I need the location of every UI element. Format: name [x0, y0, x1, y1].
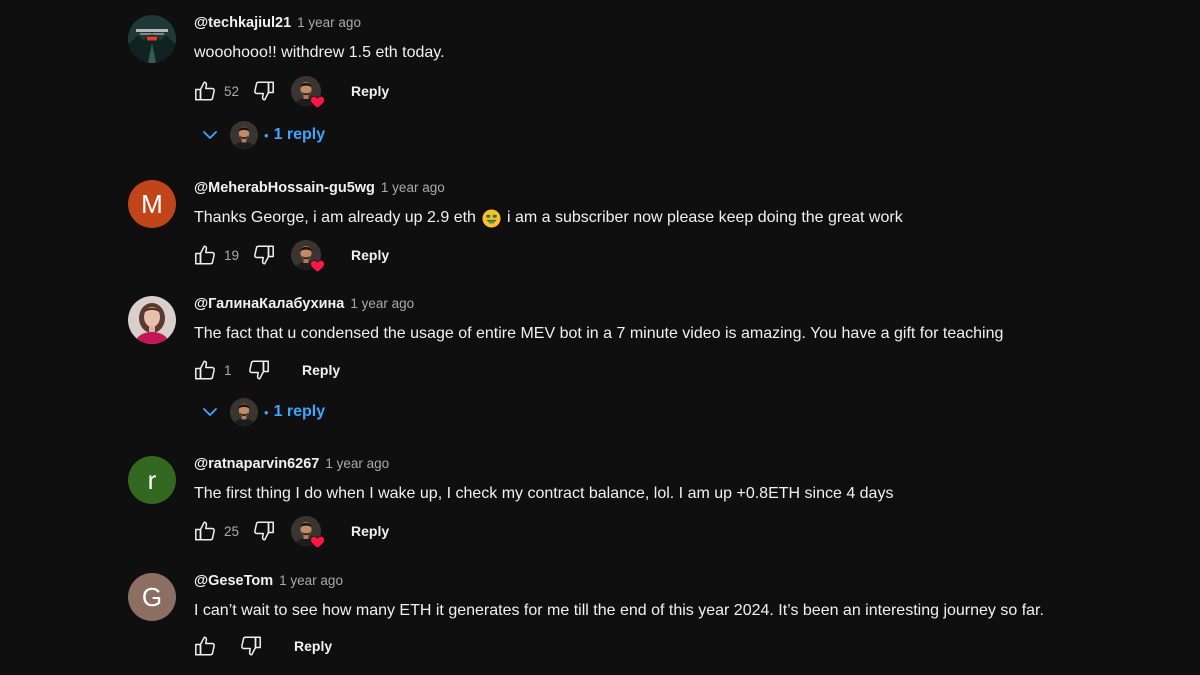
like-button[interactable] — [192, 242, 218, 268]
like-button[interactable] — [192, 78, 218, 104]
avatar-image — [128, 296, 176, 344]
comment-text: I can’t wait to see how many ETH it gene… — [194, 602, 1044, 619]
thumbs-up-icon — [193, 79, 217, 103]
comment-thread: M @MeherabHossain-gu5wg 1 year ago Thank… — [128, 180, 1128, 280]
creator-heart[interactable] — [291, 516, 321, 546]
reply-button[interactable]: Reply — [294, 638, 332, 654]
comment-text-part: i am a subscriber now please keep doing … — [506, 209, 903, 226]
avatar[interactable]: r — [128, 456, 176, 504]
comment-text: The first thing I do when I wake up, I c… — [194, 485, 894, 502]
dislike-button[interactable] — [246, 357, 272, 383]
thumbs-up-icon — [193, 243, 217, 267]
chevron-down-icon — [200, 125, 220, 145]
thumbs-up-icon — [193, 358, 217, 382]
comment-actions: Reply — [192, 630, 332, 662]
avatar-letter: r — [147, 464, 157, 495]
comment-body: @GeseTom 1 year ago I can’t wait to see … — [194, 573, 1128, 622]
comment-text: wooohooo!! withdrew 1.5 eth today. — [194, 44, 445, 61]
avatar[interactable] — [128, 15, 176, 63]
comment-author[interactable]: @MeherabHossain-gu5wg — [194, 180, 375, 196]
comment-thread: r @ratnaparvin6267 1 year ago The first … — [128, 456, 1128, 556]
comment-header: @ratnaparvin6267 1 year ago — [194, 456, 1128, 478]
comment-body: @ГалинаКалабухина 1 year ago The fact th… — [194, 296, 1128, 345]
comment-time[interactable]: 1 year ago — [279, 573, 343, 588]
like-button[interactable] — [192, 633, 218, 659]
comment-author[interactable]: @techkajiul21 — [194, 15, 291, 31]
comment-author[interactable]: @ratnaparvin6267 — [194, 456, 319, 472]
comment-header: @ГалинаКалабухина 1 year ago — [194, 296, 1128, 318]
comment-header: @techkajiul21 1 year ago — [194, 15, 1128, 37]
avatar[interactable] — [128, 296, 176, 344]
creator-heart-icon — [310, 535, 325, 549]
avatar-letter: M — [141, 188, 163, 219]
comment-actions: 1 Reply — [192, 354, 340, 386]
creator-heart-icon — [310, 259, 325, 273]
creator-heart[interactable] — [291, 240, 321, 270]
dislike-button[interactable] — [251, 78, 277, 104]
comment-text: The fact that u condensed the usage of e… — [194, 325, 1004, 342]
creator-heart[interactable] — [291, 76, 321, 106]
money-mouth-emoji — [482, 208, 501, 228]
thumbs-down-icon — [252, 79, 276, 103]
chevron-down-icon — [200, 402, 220, 422]
like-count: 25 — [224, 523, 240, 539]
reply-button[interactable]: Reply — [351, 247, 389, 263]
separator-dot: • — [264, 404, 269, 420]
comment-actions: 25 Reply — [192, 515, 389, 547]
creator-heart-icon — [310, 95, 325, 109]
dislike-button[interactable] — [251, 242, 277, 268]
thumbs-down-icon — [239, 634, 263, 658]
comment-time[interactable]: 1 year ago — [350, 296, 414, 311]
reply-button[interactable]: Reply — [351, 83, 389, 99]
creator-avatar — [230, 398, 258, 426]
avatar-letter: G — [141, 581, 163, 612]
avatar[interactable]: M — [128, 180, 176, 228]
comment-author[interactable]: @ГалинаКалабухина — [194, 296, 344, 312]
dislike-button[interactable] — [238, 633, 264, 659]
view-replies-button[interactable]: • 1 reply — [200, 119, 325, 151]
comment-actions: 52 Reply — [192, 75, 389, 107]
comment-thread: @techkajiul21 1 year ago wooohooo!! with… — [128, 15, 1128, 155]
comment-header: @MeherabHossain-gu5wg 1 year ago — [194, 180, 1128, 202]
comment-thread: @ГалинаКалабухина 1 year ago The fact th… — [128, 296, 1128, 426]
like-button[interactable] — [192, 518, 218, 544]
creator-avatar — [230, 121, 258, 149]
comment-time[interactable]: 1 year ago — [381, 180, 445, 195]
avatar[interactable]: G — [128, 573, 176, 621]
comment-body: @ratnaparvin6267 1 year ago The first th… — [194, 456, 1128, 505]
avatar-image — [128, 15, 176, 63]
replies-count: 1 reply — [273, 403, 326, 420]
dislike-button[interactable] — [251, 518, 277, 544]
comment-header: @GeseTom 1 year ago — [194, 573, 1128, 595]
reply-button[interactable]: Reply — [351, 523, 389, 539]
comment-body: @MeherabHossain-gu5wg 1 year ago Thanks … — [194, 180, 1128, 229]
comment-text: Thanks George, i am already up 2.9 eth i… — [194, 207, 1128, 229]
like-count: 1 — [224, 362, 232, 378]
comment-thread: G @GeseTom 1 year ago I can’t wait to se… — [128, 573, 1128, 673]
comment-actions: 19 Reply — [192, 239, 389, 271]
comment-body: @techkajiul21 1 year ago wooohooo!! with… — [194, 15, 1128, 64]
like-count: 52 — [224, 83, 240, 99]
thumbs-down-icon — [252, 243, 276, 267]
like-button[interactable] — [192, 357, 218, 383]
comment-time[interactable]: 1 year ago — [297, 15, 361, 30]
thumbs-up-icon — [193, 519, 217, 543]
reply-button[interactable]: Reply — [302, 362, 340, 378]
comment-time[interactable]: 1 year ago — [325, 456, 389, 471]
separator-dot: • — [264, 127, 269, 143]
thumbs-down-icon — [247, 358, 271, 382]
comment-text-part: Thanks George, i am already up 2.9 eth — [194, 209, 476, 226]
like-count: 19 — [224, 247, 240, 263]
comment-author[interactable]: @GeseTom — [194, 573, 273, 589]
replies-count: 1 reply — [273, 126, 326, 143]
thumbs-down-icon — [252, 519, 276, 543]
thumbs-up-icon — [193, 634, 217, 658]
view-replies-button[interactable]: • 1 reply — [200, 396, 325, 428]
